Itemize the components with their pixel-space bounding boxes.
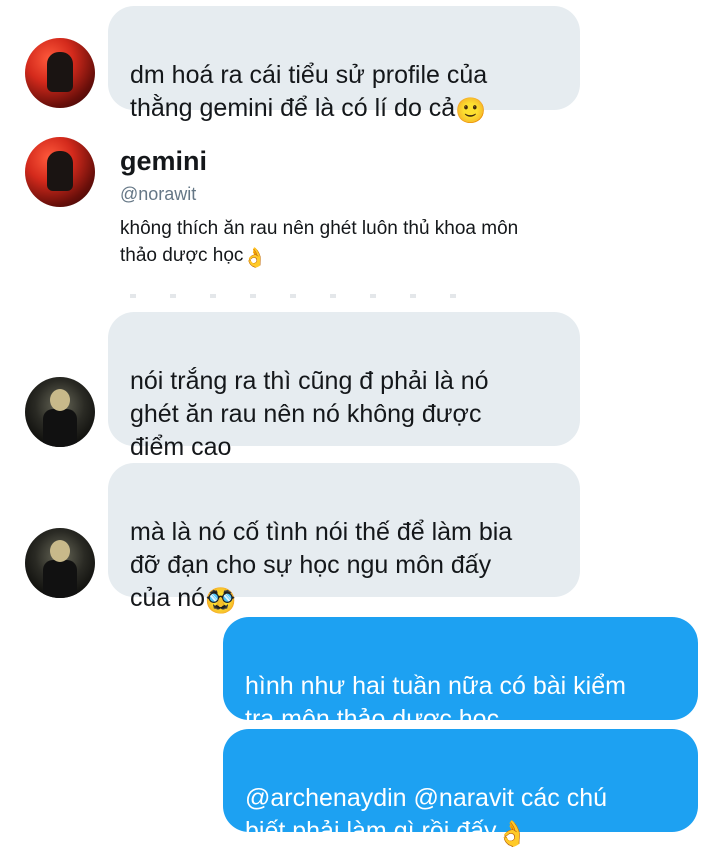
- avatar-photo: [47, 52, 73, 92]
- disguised-face-emoji-icon: 🥸: [205, 587, 237, 615]
- avatar-photo: [50, 540, 70, 562]
- sender-avatar[interactable]: [25, 528, 95, 598]
- message-bubble[interactable]: mà là nó cố tình nói thế để làm bia đỡ đ…: [108, 463, 580, 615]
- smile-emoji-icon: 🙂: [455, 97, 487, 125]
- message-bubble-outgoing[interactable]: hình như hai tuần nữa có bài kiểm tra mô…: [223, 617, 698, 733]
- avatar-body: [43, 409, 77, 447]
- profile-handle[interactable]: @norawit: [120, 184, 196, 205]
- profile-name[interactable]: gemini: [120, 146, 207, 177]
- message-text: dm hoá ra cái tiểu sử profile của thằng …: [130, 61, 488, 122]
- avatar-photo: [47, 151, 73, 191]
- message-text: hình như hai tuần nữa có bài kiểm tra mô…: [245, 672, 626, 733]
- message-bubble-outgoing[interactable]: @archenaydin @naravit các chú biết phải …: [223, 729, 698, 848]
- message-text: nói trắng ra thì cũng đ phải là nó ghét …: [130, 367, 489, 461]
- message-text: @archenaydin @naravit các chú biết phải …: [245, 784, 608, 845]
- ok-hand-emoji-icon: 👌: [243, 248, 268, 269]
- avatar-photo: [50, 389, 70, 411]
- sender-avatar[interactable]: [25, 38, 95, 108]
- profile-bio: không thích ăn rau nên ghét luôn thủ kho…: [120, 215, 600, 272]
- avatar-body: [43, 560, 77, 598]
- message-bubble[interactable]: dm hoá ra cái tiểu sử profile của thằng …: [108, 6, 580, 125]
- card-divider: [130, 294, 490, 298]
- message-text: mà là nó cố tình nói thế để làm bia đỡ đ…: [130, 518, 513, 612]
- profile-bio-text: không thích ăn rau nên ghét luôn thủ kho…: [120, 218, 519, 266]
- sender-avatar[interactable]: [25, 377, 95, 447]
- profile-avatar[interactable]: [25, 137, 95, 207]
- message-bubble[interactable]: nói trắng ra thì cũng đ phải là nó ghét …: [108, 312, 580, 461]
- ok-hand-emoji-icon: 👌: [496, 820, 528, 848]
